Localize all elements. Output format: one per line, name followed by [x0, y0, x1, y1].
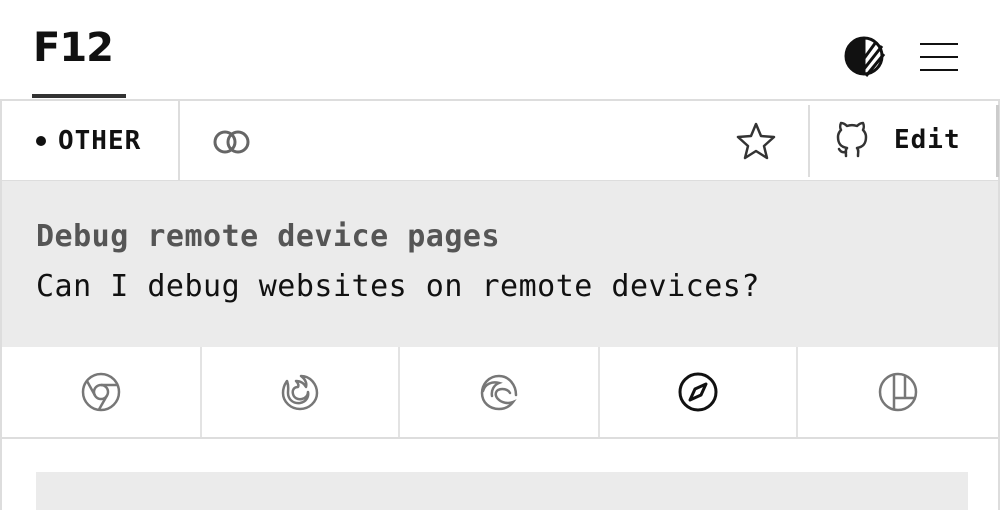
logo-active-underline: [32, 94, 126, 98]
meta-right-edge: [996, 105, 999, 177]
tab-polypane[interactable]: [798, 347, 998, 437]
tip-meta-bar: OTHER Edit: [0, 99, 1000, 182]
contrast-icon: [844, 36, 886, 77]
edit-label: Edit: [894, 125, 961, 155]
category-dot: [36, 135, 46, 146]
tab-safari[interactable]: [600, 347, 798, 437]
chrome-icon: [81, 372, 121, 412]
hamburger-line: [920, 56, 958, 58]
tip-title: Debug remote device pages: [36, 219, 501, 254]
edge-icon: [480, 374, 518, 411]
category-tag[interactable]: OTHER: [2, 101, 180, 180]
menu-button[interactable]: [920, 40, 960, 74]
category-label: OTHER: [58, 125, 142, 156]
browser-tabs: [0, 347, 1000, 439]
tip-question: Can I debug websites on remote devices?: [36, 269, 760, 304]
theme-toggle-button[interactable]: [842, 34, 886, 78]
meta-divider: [808, 105, 810, 177]
tab-chrome[interactable]: [2, 347, 202, 437]
copy-link-button[interactable]: [210, 123, 254, 161]
firefox-icon: [281, 374, 319, 411]
site-logo[interactable]: F12: [33, 28, 114, 68]
link-icon: [213, 130, 250, 154]
tab-edge[interactable]: [400, 347, 600, 437]
content-placeholder: [36, 472, 968, 510]
github-icon: [836, 121, 868, 158]
tip-content-area: [0, 439, 1000, 510]
hamburger-line: [920, 69, 958, 71]
favorite-button[interactable]: [735, 121, 777, 161]
polypane-icon: [878, 372, 918, 412]
tab-firefox[interactable]: [202, 347, 400, 437]
top-bar: F12: [0, 0, 1000, 100]
edit-on-github-button[interactable]: Edit: [834, 119, 961, 161]
safari-icon: [678, 372, 718, 412]
hamburger-icon: [920, 43, 958, 45]
star-icon: [736, 122, 776, 160]
tip-description: Debug remote device pages Can I debug we…: [0, 181, 1000, 349]
